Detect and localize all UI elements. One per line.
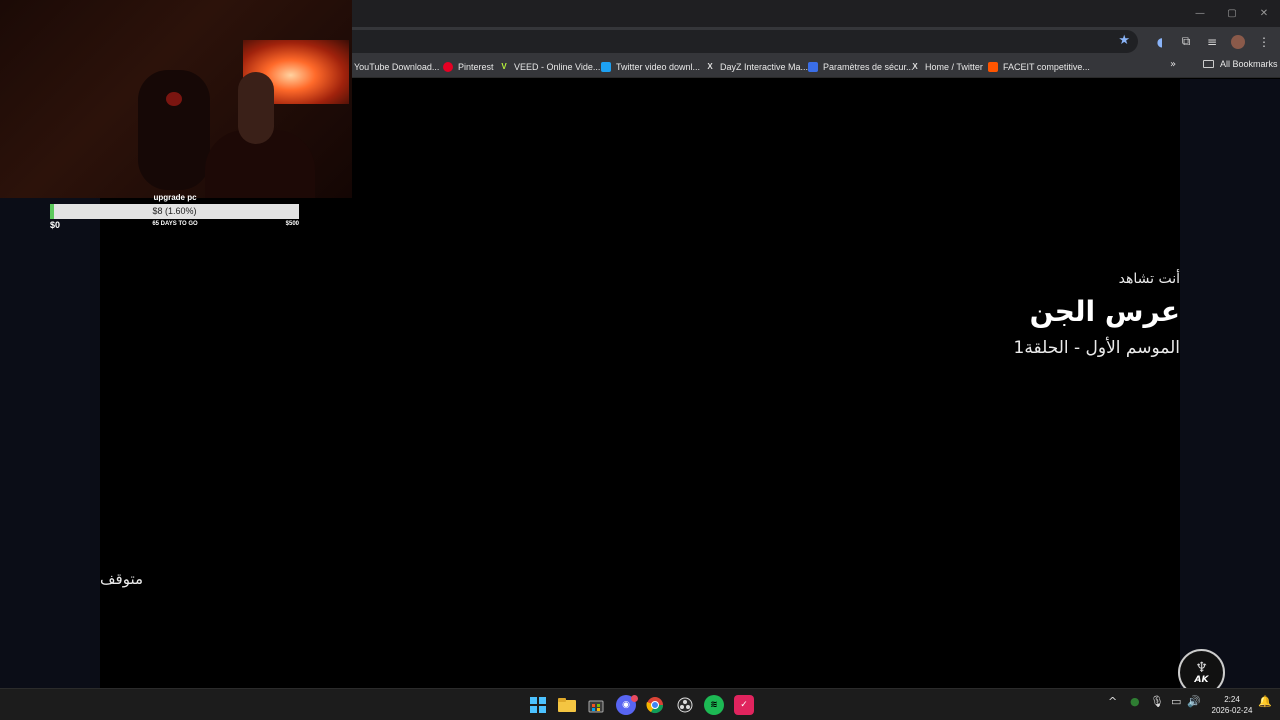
dayz-icon: X (707, 62, 713, 71)
address-bar[interactable]: ★ (340, 30, 1138, 53)
close-button[interactable]: ✕ (1248, 0, 1280, 27)
bookmark-label: VEED - Online Vide... (514, 62, 601, 72)
window-controls: — ▢ ✕ (1184, 0, 1280, 27)
right-margin (1180, 79, 1280, 688)
menu-icon[interactable]: ⋮ (1254, 32, 1274, 52)
volume-icon[interactable]: 🔊 (1187, 695, 1201, 708)
bookmark-security-settings[interactable]: Paramètres de sécur... (808, 59, 914, 75)
goal-progress-text: $8 (1.60%) (152, 206, 197, 216)
bookmark-youtube-download[interactable]: YouTube Download... (354, 59, 439, 75)
file-explorer-icon[interactable] (557, 695, 577, 715)
tray-chevron-icon[interactable]: ^ (1108, 695, 1117, 708)
bookmark-label: Home / Twitter (925, 62, 983, 72)
microphone-icon[interactable]: 🎙 (1150, 695, 1164, 708)
extensions-icon[interactable]: ⧉ (1176, 32, 1196, 52)
pinterest-icon (443, 62, 453, 72)
profile-avatar[interactable] (1231, 34, 1245, 49)
all-bookmarks-button[interactable]: All Bookmarks (1203, 59, 1278, 69)
windows-taskbar: ◉ ≋ ✓ ^ ● 🎙 ▭ 🔊 2:24 2026-02-24 🔔 (0, 688, 1280, 720)
maximize-button[interactable]: ▢ (1216, 0, 1248, 27)
bookmark-label: Paramètres de sécur... (823, 62, 914, 72)
spotify-icon[interactable]: ≋ (704, 695, 724, 715)
ak-logo-text: AK (1194, 674, 1209, 685)
episode-label: الموسم الأول - الحلقة1 (1013, 338, 1180, 358)
minimize-button[interactable]: — (1184, 0, 1216, 27)
goal-max: $500 (285, 221, 299, 227)
system-clock[interactable]: 2:24 2026-02-24 (1206, 694, 1258, 716)
app-icon[interactable]: ✓ (734, 695, 754, 715)
chair-logo (166, 92, 182, 106)
all-bookmarks-label: All Bookmarks (1220, 59, 1278, 69)
bookmark-star-icon[interactable]: ★ (1118, 33, 1130, 48)
store-icon[interactable] (586, 695, 606, 715)
streamer-head (238, 72, 274, 144)
network-icon[interactable]: ▭ (1171, 695, 1181, 708)
bookmark-label: Pinterest (458, 62, 494, 72)
faceit-icon (988, 62, 998, 72)
goal-days-left: 65 DAYS TO GO (152, 221, 198, 227)
discord-icon[interactable]: ◉ (616, 695, 638, 715)
veed-icon: V (501, 62, 507, 71)
bookmark-veed[interactable]: V VEED - Online Vide... (499, 59, 600, 75)
clock-date: 2026-02-24 (1211, 706, 1253, 715)
tray-status-icon[interactable]: ● (1130, 695, 1140, 708)
phoenix-icon: ♆ (1195, 659, 1208, 676)
bookmark-label: Twitter video downl... (616, 62, 701, 72)
now-watching-panel: أنت تشاهد عرس الجن الموسم الأول - الحلقة… (1014, 271, 1180, 358)
bookmark-label: FACEIT competitive... (1003, 62, 1090, 72)
security-settings-icon (808, 62, 818, 72)
bookmark-twitter-home[interactable]: X Home / Twitter (910, 59, 983, 75)
notifications-icon[interactable]: 🔔 (1258, 695, 1272, 708)
folder-icon (1203, 60, 1214, 68)
bookmark-label: DayZ Interactive Ma... (720, 62, 809, 72)
twitter-video-icon (601, 62, 611, 72)
notification-badge (631, 695, 638, 702)
read-aloud-icon[interactable]: ◖ (1150, 32, 1170, 52)
media-controls-icon[interactable]: ≡ (1202, 32, 1222, 52)
start-icon[interactable] (528, 695, 548, 715)
show-title: عرس الجن (1029, 295, 1180, 328)
bookmark-pinterest[interactable]: Pinterest (443, 59, 494, 75)
goal-title: upgrade pc (153, 193, 197, 202)
obs-icon[interactable] (675, 695, 695, 715)
chrome-icon[interactable] (645, 695, 665, 715)
toolbar-icons: ◖ ⧉ ≡ ⋮ (1150, 30, 1274, 53)
goal-progress-bar: $8 (1.60%) (50, 204, 299, 219)
bookmark-dayz[interactable]: X DayZ Interactive Ma... (705, 59, 808, 75)
clock-time: 2:24 (1224, 695, 1240, 704)
bookmarks-overflow-icon[interactable]: » (1170, 59, 1176, 70)
now-watching-label: أنت تشاهد (1118, 271, 1180, 287)
bookmark-label: YouTube Download... (354, 62, 440, 72)
webcam-overlay (0, 0, 352, 198)
bookmark-faceit[interactable]: FACEIT competitive... (988, 59, 1090, 75)
paused-status: متوقف (100, 570, 144, 588)
gaming-chair (138, 70, 210, 190)
x-icon: X (912, 62, 918, 71)
bookmark-twitter-video[interactable]: Twitter video downl... (601, 59, 700, 75)
